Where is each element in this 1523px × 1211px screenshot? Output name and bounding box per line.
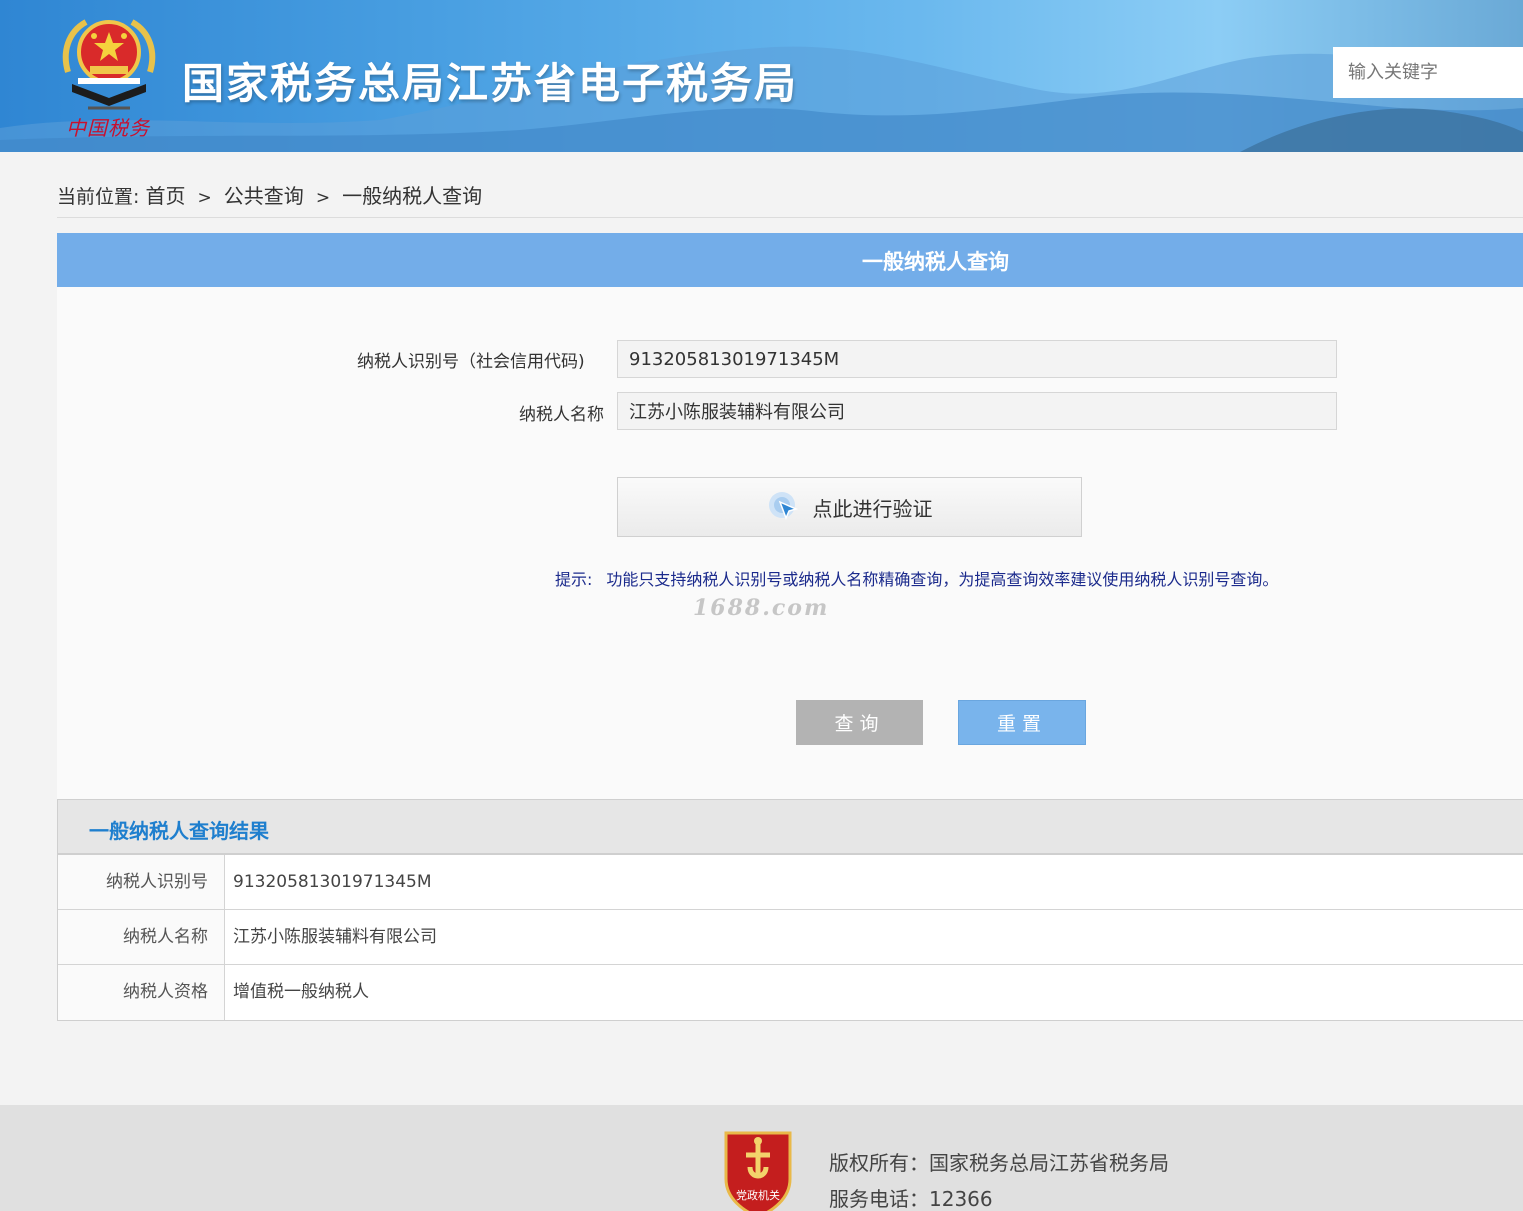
taxpayer-id-input[interactable] [617, 340, 1337, 378]
result-key: 纳税人资格 [58, 965, 225, 1020]
breadcrumb-separator: > [197, 188, 212, 208]
query-panel-title: 一般纳税人查询 [862, 250, 1009, 274]
site-header: 中国税务 国家税务总局江苏省电子税务局 [0, 0, 1523, 152]
verify-label: 点此进行验证 [812, 496, 933, 521]
result-value: 增值税一般纳税人 [233, 982, 369, 1002]
tip-heading: 提示: [555, 570, 593, 589]
site-footer: 党政机关 版权所有：国家税务总局江苏省税务局 服务电话：12366 [0, 1105, 1523, 1211]
logo-script-text: 中国税务 [66, 116, 150, 140]
watermark-text: 1688.com [693, 595, 830, 621]
query-button[interactable]: 查询 [796, 700, 923, 745]
breadcrumb-public-query-link[interactable]: 公共查询 [224, 184, 304, 208]
search-input[interactable] [1333, 47, 1523, 98]
result-table: 一般纳税人查询结果 纳税人识别号 91320581301971345M 纳税人名… [57, 799, 1523, 1021]
breadcrumb-separator: > [315, 188, 331, 208]
cursor-pointer-icon [768, 492, 798, 521]
national-tax-emblem-icon [62, 19, 156, 110]
captcha-verify-button[interactable]: 点此进行验证 [617, 477, 1082, 537]
result-title: 一般纳税人查询结果 [89, 819, 269, 843]
party-government-badge-icon[interactable]: 党政机关 [720, 1127, 796, 1211]
breadcrumb-prefix: 当前位置: [57, 186, 140, 208]
taxpayer-id-label: 纳税人识别号（社会信用代码) [357, 352, 585, 372]
result-key: 纳税人名称 [58, 910, 225, 964]
site-title: 国家税务总局江苏省电子税务局 [182, 59, 799, 108]
taxpayer-name-input[interactable] [617, 392, 1337, 430]
table-row: 纳税人识别号 91320581301971345M [58, 855, 1523, 910]
result-key: 纳税人识别号 [58, 855, 225, 909]
result-value: 91320581301971345M [233, 872, 432, 892]
footer-copyright: 版权所有：国家税务总局江苏省税务局 [829, 1151, 1169, 1175]
breadcrumb: 当前位置: 首页 > 公共查询 > 一般纳税人查询 [57, 180, 482, 210]
result-value: 江苏小陈服装辅料有限公司 [233, 927, 437, 947]
result-header: 一般纳税人查询结果 [58, 800, 1523, 855]
breadcrumb-current: 一般纳税人查询 [342, 184, 483, 208]
tip-body: 功能只支持纳税人识别号或纳税人名称精确查询，为提高查询效率建议使用纳税人识别号查… [606, 570, 1279, 589]
breadcrumb-home-link[interactable]: 首页 [145, 184, 185, 208]
badge-text: 党政机关 [736, 1188, 780, 1202]
query-panel-header: 一般纳税人查询 [57, 233, 1523, 287]
breadcrumb-divider [57, 217, 1523, 218]
footer-phone: 服务电话：12366 [829, 1187, 993, 1211]
table-row: 纳税人名称 江苏小陈服装辅料有限公司 [58, 910, 1523, 965]
taxpayer-name-label: 纳税人名称 [519, 405, 604, 425]
table-row: 纳税人资格 增值税一般纳税人 [58, 965, 1523, 1020]
tip-text: 提示: 功能只支持纳税人识别号或纳税人名称精确查询，为提高查询效率建议使用纳税人识… [555, 566, 1278, 590]
reset-button[interactable]: 重置 [958, 700, 1086, 745]
query-panel: 一般纳税人查询 纳税人识别号（社会信用代码) 纳税人名称 点此进行验证 提示: 功… [57, 233, 1523, 799]
